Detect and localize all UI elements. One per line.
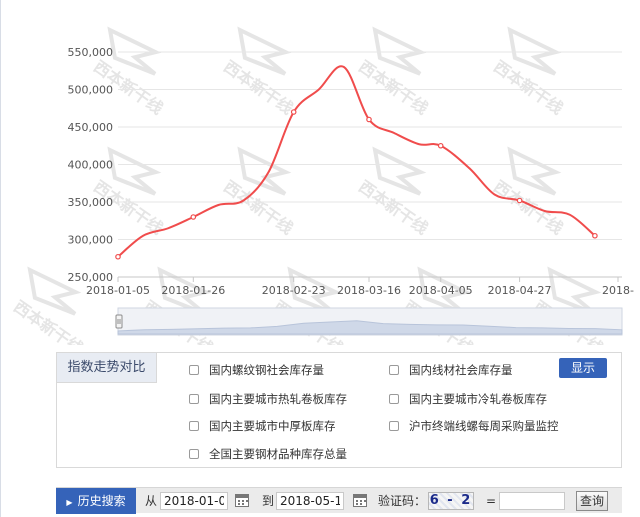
option-wire-rod-social-inventory[interactable]: 国内线材社会库存量 — [389, 362, 513, 378]
chart-grid — [118, 51, 622, 278]
option-medium-plate-inventory[interactable]: 国内主要城市中厚板库存 — [189, 418, 336, 434]
option-label: 全国主要钢材品种库存总量 — [209, 447, 347, 461]
option-shanghai-terminal-purchase[interactable]: 沪市终端线螺每周采购量监控 — [389, 418, 559, 434]
checkbox[interactable] — [389, 394, 399, 404]
option-label: 国内主要城市冷轧卷板库存 — [409, 392, 547, 406]
option-label: 国内螺纹钢社会库存量 — [209, 363, 324, 377]
watermark: 西本新干线 — [355, 26, 432, 118]
start-date-input[interactable] — [160, 492, 228, 510]
checkbox[interactable] — [189, 449, 199, 459]
y-tick-label: 500,000 — [68, 84, 114, 97]
y-tick-label: 550,000 — [68, 46, 114, 59]
history-search-tab[interactable]: ▶ 历史搜索 — [56, 488, 136, 514]
captcha-answer-input[interactable] — [499, 492, 565, 510]
watermark: 西本新干线 — [220, 26, 297, 118]
checkbox[interactable] — [189, 365, 199, 375]
option-cold-rolled-coil-inventory[interactable]: 国内主要城市冷轧卷板库存 — [389, 391, 547, 407]
option-hot-rolled-coil-inventory[interactable]: 国内主要城市热轧卷板库存 — [189, 391, 347, 407]
y-tick-label: 400,000 — [68, 159, 114, 172]
to-label: 到 — [262, 494, 275, 508]
checkbox[interactable] — [389, 421, 399, 431]
option-label: 国内线材社会库存量 — [409, 363, 513, 377]
history-search-label: 历史搜索 — [77, 494, 126, 508]
data-point — [366, 116, 372, 123]
watermark: 西本新干线 — [490, 26, 567, 118]
calendar-icon[interactable] — [235, 494, 249, 507]
y-tick-label: 250,000 — [68, 271, 114, 284]
data-point — [290, 109, 297, 115]
x-tick-label: 2018-03-16 — [337, 284, 401, 297]
x-tick-label: 2018-01-26 — [161, 284, 225, 297]
inventory-line-chart: 西本新干线 西本新干线 西本新干线 西本新干线西本新干线 西本新干线 西本新干线 西本新干线… — [10, 26, 634, 345]
data-point — [516, 197, 523, 204]
option-label: 沪市终端线螺每周采购量监控 — [409, 419, 559, 433]
x-tick-label: 2018-01-05 — [86, 284, 150, 297]
range-selector-left-handle[interactable] — [115, 314, 123, 329]
watermark-text: 西本新干线 — [490, 57, 566, 118]
option-label: 国内主要城市中厚板库存 — [209, 419, 336, 433]
y-tick-label: 450,000 — [68, 121, 114, 134]
option-rebar-social-inventory[interactable]: 国内螺纹钢社会库存量 — [189, 362, 324, 378]
option-national-steel-total-inventory[interactable]: 全国主要钢材品种库存总量 — [189, 446, 347, 462]
index-trend-compare-panel: 指数走势对比 国内螺纹钢社会库存量 国内线材社会库存量 国内主要城市热轧卷板库存… — [56, 352, 622, 468]
y-tick-label: 350,000 — [68, 196, 114, 209]
series-points — [115, 109, 598, 260]
captcha-label: 验证码： — [378, 494, 427, 508]
x-tick-label: 2018-04-27 — [488, 284, 552, 297]
range-selector[interactable] — [115, 307, 623, 336]
end-date-input[interactable] — [276, 492, 344, 510]
watermark-text: 西本新干线 — [355, 177, 431, 238]
captcha-image[interactable]: 6 - 2 — [428, 492, 474, 510]
y-tick-label: 300,000 — [68, 234, 114, 247]
data-point — [437, 142, 444, 149]
watermark: 西本新干线 — [490, 146, 567, 238]
watermark-text: 西本新干线 — [490, 177, 566, 238]
x-tick-label: 2018-04-05 — [409, 284, 473, 297]
x-tick-label: 2018-02-23 — [262, 284, 326, 297]
calendar-icon[interactable] — [353, 494, 367, 507]
watermark-text: 西本新干线 — [355, 57, 431, 118]
query-button[interactable]: 查询 — [576, 491, 608, 511]
checkbox[interactable] — [189, 394, 199, 404]
watermark-text: 西本新干线 — [220, 57, 296, 118]
watermark: 西本新干线 — [90, 26, 167, 118]
equals-label: = — [486, 494, 497, 508]
watermark: 西本新干线 — [220, 146, 297, 238]
checkbox[interactable] — [389, 365, 399, 375]
watermark: 西本新干线 — [355, 146, 432, 238]
show-button[interactable]: 显示 — [559, 358, 607, 378]
play-arrow-icon: ▶ — [66, 498, 73, 507]
option-label: 国内主要城市热轧卷板库存 — [209, 392, 347, 406]
data-point — [115, 253, 121, 260]
checkbox[interactable] — [189, 421, 199, 431]
compare-panel-title: 指数走势对比 — [57, 353, 157, 383]
x-tick-label: 2018- — [602, 284, 634, 297]
from-label: 从 — [145, 494, 158, 508]
data-point — [592, 232, 598, 239]
history-search-bar: ▶ 历史搜索 从 到 验证码： 6 - 2 = 查询 — [56, 487, 622, 514]
data-point — [190, 214, 197, 220]
